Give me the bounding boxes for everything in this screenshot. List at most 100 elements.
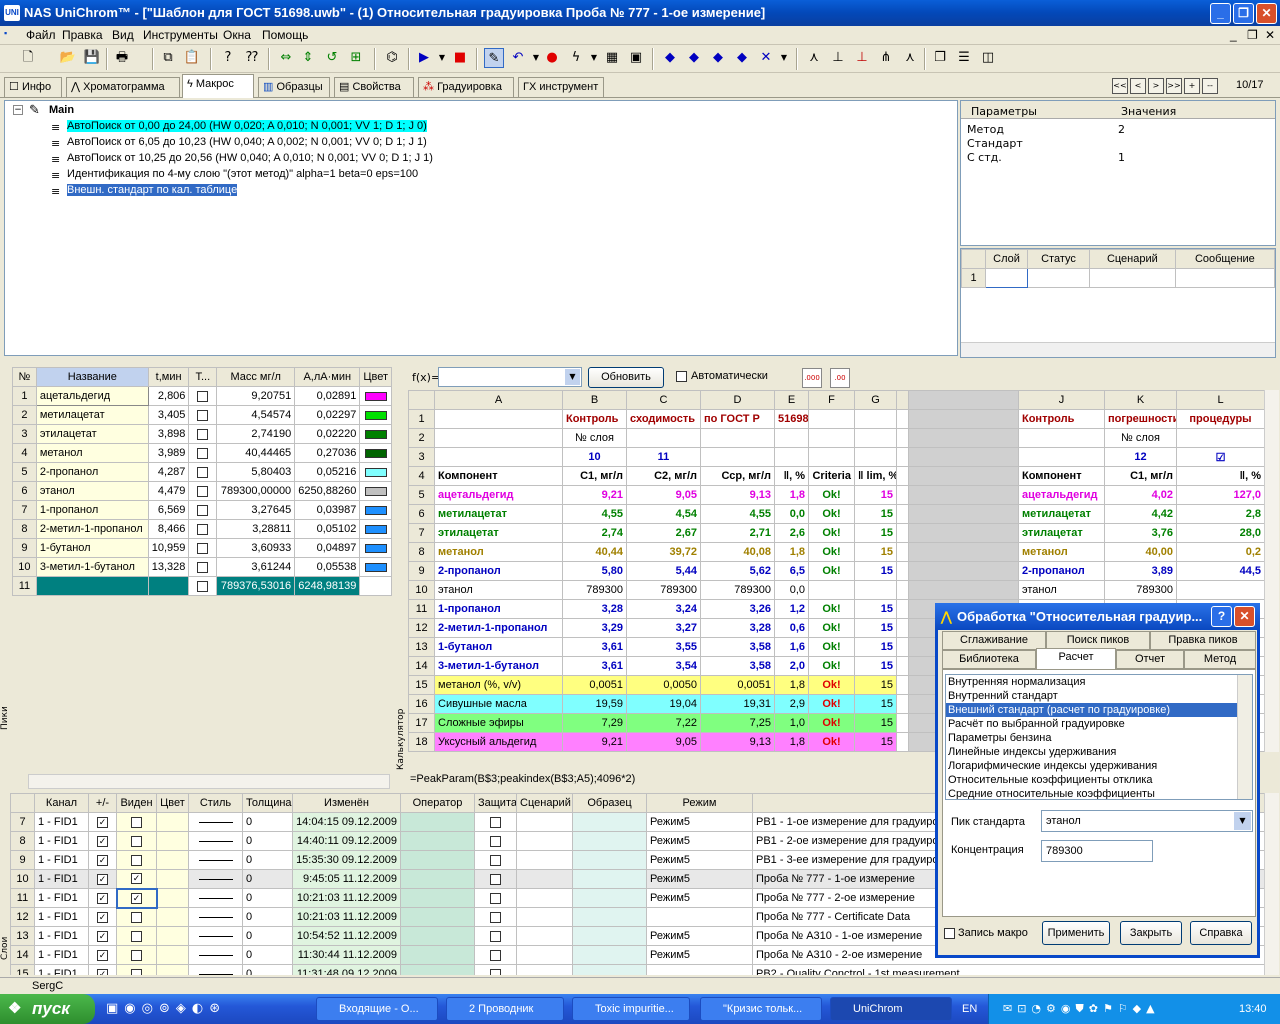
peak-row[interactable]: 2 метилацетат 3,405 4,54574 0,02297 [12,405,392,425]
peak-color-swatch[interactable] [364,410,387,420]
layer-thickness[interactable]: 0 [242,907,293,927]
sheet-cell[interactable]: этилацетат [1018,523,1105,543]
sheet-cell[interactable] [854,409,897,429]
task-toxic[interactable]: Toxic impuritie... [572,997,690,1021]
peaks-hscroll[interactable] [28,774,390,789]
sheet-cell[interactable]: процедуры [1176,409,1264,429]
sheet-cell[interactable]: Ok! [808,618,855,638]
sheet-cell[interactable]: 1,8 [774,485,809,505]
layer-row[interactable]: 15 1 - FID1 ✓ 0 11:31:48 09.12.2009 РВ2 - Qua… [10,964,1264,975]
peak-checkbox[interactable] [197,409,209,421]
menu-edit[interactable]: Правка [62,28,103,42]
quicklaunch-icons[interactable]: ▣◉◎⊚◈◐⊛ [106,1001,226,1016]
sheet-cell[interactable]: 3,55 [626,637,701,657]
param-value[interactable]: 1 [1118,151,1125,164]
sheet-cell[interactable]: 0,0051 [700,675,775,695]
menu-view[interactable]: Вид [112,28,134,42]
sheet-cell[interactable] [854,447,897,467]
task-unichrom[interactable]: UniChrom [830,997,952,1021]
sheet-cell[interactable]: 10 [562,447,627,467]
tree-item[interactable]: АвтоПоиск от 6,05 до 10,23 (HW 0,040; A … [67,136,427,148]
peak-color-swatch[interactable] [364,391,387,401]
diamond-2-icon[interactable]: ◆ [684,48,704,68]
sheet-cell[interactable]: метанол (%, v/v) [434,675,563,695]
sheet-cell[interactable] [434,409,563,429]
sheet-cell[interactable]: 3,89 [1104,561,1177,581]
layer-col-header[interactable]: Стиль [188,793,243,813]
baseline-3-icon[interactable]: ⊥ [852,48,872,68]
sheet-cell[interactable] [1176,428,1264,448]
sheet-cell[interactable]: 11 [626,447,701,467]
fx-input[interactable]: ▼ [438,367,582,387]
sheet-cell[interactable]: Ok! [808,599,855,619]
sheet-cell[interactable] [1018,428,1105,448]
tree-item[interactable]: Внешн. стандарт по кал. таблице [67,184,238,196]
col-header[interactable]: J [1018,390,1105,410]
sheet-cell[interactable] [700,447,775,467]
sheet-cell[interactable]: 3,61 [562,656,627,676]
sheet-cell[interactable] [854,428,897,448]
horizontal-scrollbar[interactable] [961,342,1275,357]
layer-visible-checkbox[interactable] [131,911,142,923]
nav-first-button[interactable]: << [1112,78,1128,94]
sheet-cell[interactable]: 15 [854,542,897,562]
line-style[interactable] [198,935,233,937]
peak-name[interactable]: этилацетат [35,424,149,444]
chevron-down-icon[interactable]: ▼ [1234,812,1251,830]
tab-report[interactable]: Отчет [1116,650,1184,669]
zoom-all-icon[interactable]: ⊞ [346,48,366,68]
sheet-cell[interactable]: 2-метил-1-пропанол [434,618,563,638]
sheet-cell[interactable]: 2-пропанол [1018,561,1105,581]
close-button[interactable]: ✕ [1256,3,1277,24]
layer-protect-checkbox[interactable] [490,835,501,847]
calc-icon[interactable]: ▦ [602,48,622,68]
sheet-cell[interactable]: 4,42 [1104,504,1177,524]
menu-tools[interactable]: Инструменты [143,28,218,42]
baseline-2-icon[interactable]: ⊥ [828,48,848,68]
layer-protect-checkbox[interactable] [490,968,501,975]
sheet-cell[interactable]: сходимость [626,409,701,429]
sheet-cell[interactable]: 0,2 [1176,542,1264,562]
sheet-cell[interactable] [1176,580,1264,600]
baseline-1-icon[interactable]: ⋏ [804,48,824,68]
layer-plus-checkbox[interactable]: ✓ [97,930,108,942]
tab-info[interactable]: ☐ Инфо [4,77,62,97]
sheet-cell[interactable]: 28,0 [1176,523,1264,543]
sheet-cell[interactable]: 0,0 [774,504,809,524]
peak-color-swatch[interactable] [364,467,387,477]
sheet-cell[interactable]: Контроль [1018,409,1105,429]
peak-checkbox[interactable] [197,447,209,459]
sheet-cell[interactable]: 2-пропанол [434,561,563,581]
layer-visible-checkbox[interactable] [131,930,142,942]
sheet-cell[interactable] [626,428,701,448]
layer-visible-checkbox[interactable]: ✓ [131,873,142,885]
nav-prev-button[interactable]: < [1130,78,1146,94]
sheet-cell[interactable]: Компонент [434,466,563,486]
sheet-cell[interactable]: 789300 [626,580,701,600]
sheet-cell[interactable]: 3,28 [562,599,627,619]
col-header[interactable]: K [1104,390,1177,410]
save-icon[interactable]: 💾 [82,48,102,68]
layer-plus-checkbox[interactable]: ✓ [97,816,108,828]
layer-col-header[interactable]: Сценарий [516,793,573,813]
calc-method-item[interactable]: Внешний стандарт (расчет по градуировке) [946,703,1238,717]
col-header[interactable]: B [562,390,627,410]
sheet-cell[interactable]: 3,29 [562,618,627,638]
layer-protect-checkbox[interactable] [490,930,501,942]
undo-zoom-icon[interactable]: ↺ [322,48,342,68]
peak-tool-icon[interactable]: ϟ [566,48,586,68]
layer-thickness[interactable]: 0 [242,926,293,946]
sheet-cell[interactable]: Контроль [562,409,627,429]
peak-row[interactable]: 6 этанол 4,479 789300,00000 6250,88260 [12,481,392,501]
layer-col-header[interactable]: Образец [572,793,647,813]
sheet-cell[interactable]: Ok! [808,485,855,505]
layer-col-header[interactable] [10,793,35,813]
layer-col-header[interactable]: Цвет [156,793,189,813]
layer-thickness[interactable]: 0 [242,964,293,975]
layer-visible-checkbox[interactable] [131,968,142,975]
sheet-cell[interactable]: 1-пропанол [434,599,563,619]
calc-method-item[interactable]: Относительные коэффициенты отклика [946,773,1238,787]
line-style[interactable] [198,878,233,880]
layer-protect-checkbox[interactable] [490,911,501,923]
layer-plus-checkbox[interactable]: ✓ [97,968,108,975]
